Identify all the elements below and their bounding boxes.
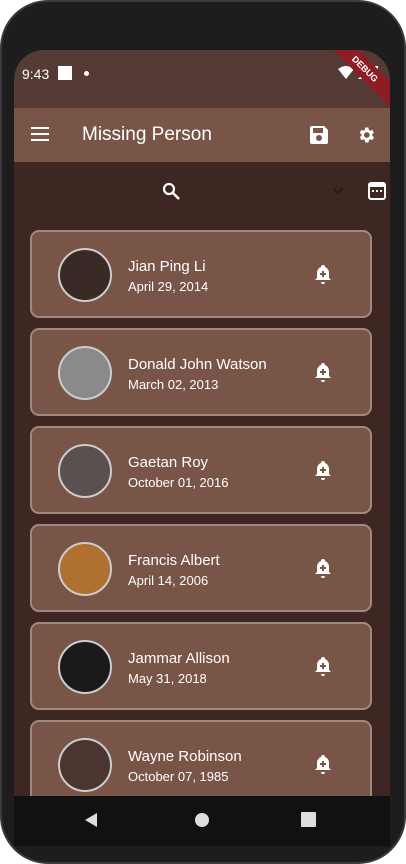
person-date: March 02, 2013 xyxy=(128,377,219,392)
notification-icon xyxy=(58,66,72,80)
avatar xyxy=(58,738,112,792)
avatar xyxy=(58,542,112,596)
person-card[interactable]: Gaetan Roy October 01, 2016 xyxy=(30,426,372,514)
menu-icon[interactable] xyxy=(31,127,49,141)
person-date: May 31, 2018 xyxy=(128,671,207,686)
person-name: Gaetan Roy xyxy=(128,454,209,471)
debug-banner: DEBUG xyxy=(319,50,390,115)
nav-bar xyxy=(14,796,390,846)
person-name: Wayne Robinson xyxy=(128,748,242,765)
recents-icon[interactable] xyxy=(301,812,316,827)
add-alert-icon[interactable] xyxy=(314,362,332,382)
avatar xyxy=(58,444,112,498)
person-card[interactable]: Wayne Robinson October 07, 1985 xyxy=(30,720,372,808)
dot-icon xyxy=(84,71,89,76)
status-time: 9:43 xyxy=(22,66,50,82)
back-icon[interactable] xyxy=(84,812,98,828)
person-card[interactable]: Donald John Watson March 02, 2013 xyxy=(30,328,372,416)
avatar xyxy=(58,248,112,302)
avatar xyxy=(58,346,112,400)
screen: 9:43 DEBUG Missing Person Jian Ping Li A… xyxy=(14,50,390,846)
avatar xyxy=(58,640,112,694)
search-bar[interactable] xyxy=(14,162,390,218)
add-alert-icon[interactable] xyxy=(314,558,332,578)
person-date: October 07, 1985 xyxy=(128,769,229,784)
search-icon[interactable] xyxy=(162,182,180,200)
page-title: Missing Person xyxy=(82,124,212,145)
person-card[interactable]: Francis Albert April 14, 2006 xyxy=(30,524,372,612)
person-name: Francis Albert xyxy=(128,552,220,569)
save-icon[interactable] xyxy=(310,126,328,144)
home-icon[interactable] xyxy=(194,812,210,828)
person-name: Jammar Allison xyxy=(128,650,230,667)
status-bar: 9:43 DEBUG xyxy=(14,50,390,115)
app-bar: Missing Person xyxy=(14,108,390,162)
person-card[interactable]: Jian Ping Li April 29, 2014 xyxy=(30,230,372,318)
person-date: April 14, 2006 xyxy=(128,573,209,588)
person-name: Jian Ping Li xyxy=(128,258,206,275)
add-alert-icon[interactable] xyxy=(314,460,332,480)
person-date: October 01, 2016 xyxy=(128,475,229,490)
add-alert-icon[interactable] xyxy=(314,264,332,284)
add-alert-icon[interactable] xyxy=(314,754,332,774)
person-card[interactable]: Jammar Allison May 31, 2018 xyxy=(30,622,372,710)
add-alert-icon[interactable] xyxy=(314,656,332,676)
settings-icon[interactable] xyxy=(356,125,376,145)
chevron-down-icon[interactable] xyxy=(332,187,344,195)
calendar-icon[interactable] xyxy=(368,180,386,200)
person-name: Donald John Watson xyxy=(128,356,267,373)
person-date: April 29, 2014 xyxy=(128,279,209,294)
